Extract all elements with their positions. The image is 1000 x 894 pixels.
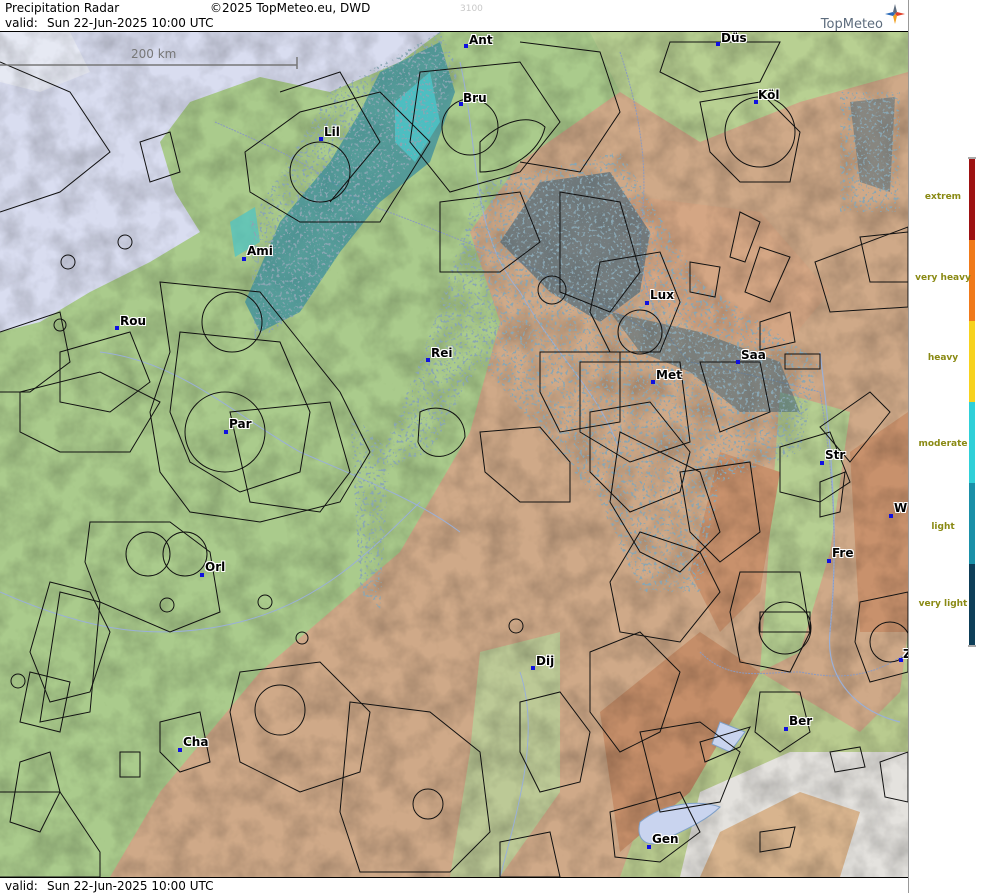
city-marker xyxy=(200,573,204,577)
city-marker xyxy=(820,461,824,465)
compass-logo-icon xyxy=(885,4,905,24)
footer-valid-label: valid: xyxy=(5,879,38,893)
footer-valid-time: Sun 22-Jun-2025 10:00 UTC xyxy=(47,879,214,893)
legend-label-extrem: extrem xyxy=(924,192,962,202)
scale-bar-label: 200 km xyxy=(131,47,176,61)
city-marker xyxy=(784,727,788,731)
city-marker xyxy=(115,326,119,330)
legend-label-moderate: moderate xyxy=(918,439,968,449)
header: Precipitation Radar ©2025 TopMeteo.eu, D… xyxy=(0,0,908,32)
city-label-lil[interactable]: Lil xyxy=(324,125,340,139)
legend-label-very-light: very light xyxy=(918,599,968,609)
city-marker xyxy=(319,137,323,141)
city-marker xyxy=(889,514,893,518)
topmeteo-logo[interactable]: TopMeteo xyxy=(821,17,883,32)
legend-label-heavy: heavy xyxy=(927,353,959,363)
city-label-cha[interactable]: Cha xyxy=(183,735,208,749)
city-marker xyxy=(645,301,649,305)
city-marker xyxy=(178,748,182,752)
city-label-ami[interactable]: Ami xyxy=(247,244,273,258)
city-label-ber[interactable]: Ber xyxy=(789,714,812,728)
city-label-orl[interactable]: Orl xyxy=(205,560,225,574)
city-marker xyxy=(224,430,228,434)
valid-label: valid: xyxy=(5,16,38,30)
city-label-dij[interactable]: Dij xyxy=(536,654,554,668)
faint-number: 3100 xyxy=(460,4,483,14)
city-label-par[interactable]: Par xyxy=(229,417,252,431)
copyright: ©2025 TopMeteo.eu, DWD xyxy=(210,1,371,15)
city-label-ant[interactable]: Ant xyxy=(469,33,493,47)
city-label-str[interactable]: Str xyxy=(825,448,845,462)
city-label-lux[interactable]: Lux xyxy=(650,288,674,302)
radar-map[interactable]: 200 km Ant Düs Bru Köl Lil Ami Lux Rou R… xyxy=(0,32,908,877)
precipitation-legend: extrem very heavy heavy moderate light v… xyxy=(908,0,1000,893)
city-marker xyxy=(827,559,831,563)
city-marker xyxy=(647,845,651,849)
legend-label-very-heavy: very heavy xyxy=(915,273,971,283)
city-marker xyxy=(736,360,740,364)
city-label-gen[interactable]: Gen xyxy=(652,832,679,846)
city-label-met[interactable]: Met xyxy=(656,368,682,382)
city-marker xyxy=(531,666,535,670)
legend-label-light: light xyxy=(931,522,955,532)
city-label-bru[interactable]: Bru xyxy=(463,91,487,105)
city-label-dus[interactable]: Düs xyxy=(721,32,747,45)
city-label-saa[interactable]: Saa xyxy=(741,348,766,362)
city-label-rou[interactable]: Rou xyxy=(120,314,146,328)
map-canvas: 200 km xyxy=(0,32,908,877)
city-marker xyxy=(716,42,720,46)
city-marker xyxy=(426,358,430,362)
city-marker xyxy=(242,257,246,261)
city-marker xyxy=(464,44,468,48)
map-title: Precipitation Radar xyxy=(5,1,120,15)
city-label-rei[interactable]: Rei xyxy=(431,346,453,360)
city-label-fre[interactable]: Fre xyxy=(832,546,854,560)
footer: valid: Sun 22-Jun-2025 10:00 UTC xyxy=(0,877,908,894)
city-label-kol[interactable]: Köl xyxy=(758,88,779,102)
valid-time: Sun 22-Jun-2025 10:00 UTC xyxy=(47,16,214,30)
city-label-w[interactable]: W xyxy=(894,501,907,515)
city-marker xyxy=(651,380,655,384)
